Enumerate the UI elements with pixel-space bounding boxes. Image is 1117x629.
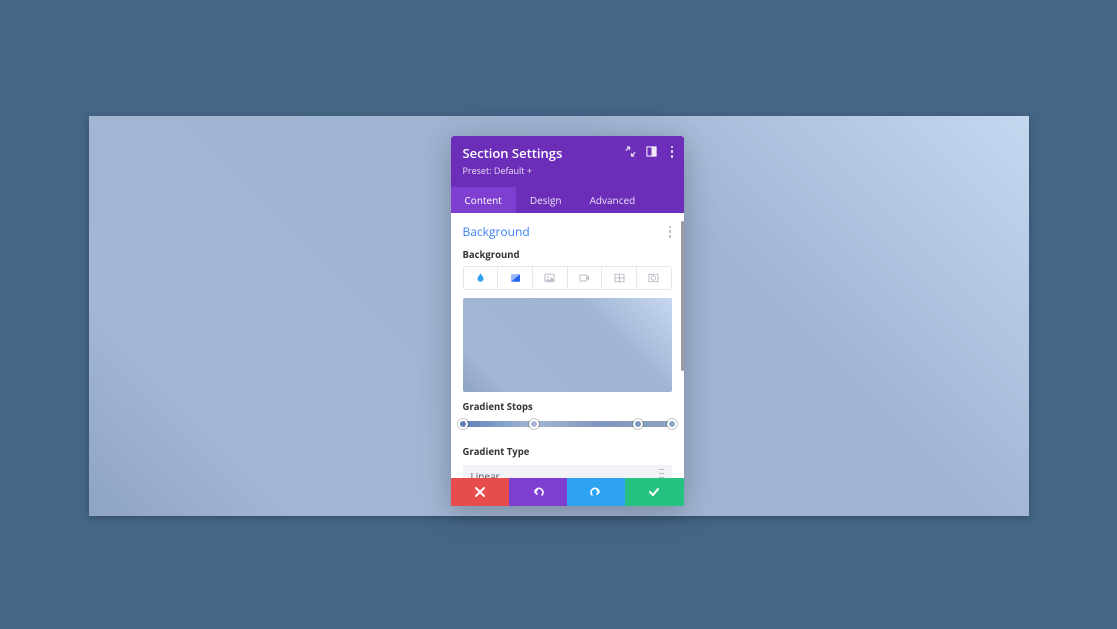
- mask-icon: [647, 272, 660, 284]
- bg-tab-gradient[interactable]: [498, 267, 533, 289]
- tab-design[interactable]: Design: [516, 187, 576, 213]
- bg-tab-video[interactable]: [568, 267, 603, 289]
- cancel-button[interactable]: [451, 478, 509, 506]
- tab-advanced[interactable]: Advanced: [576, 187, 650, 213]
- image-icon: [543, 272, 556, 284]
- modal-menu-icon[interactable]: [667, 146, 678, 157]
- panel-body: Background Background Gradient Stops: [451, 213, 684, 478]
- undo-icon: [532, 486, 544, 498]
- save-button[interactable]: [625, 478, 683, 506]
- bg-tab-pattern[interactable]: [602, 267, 637, 289]
- tab-content[interactable]: Content: [451, 187, 516, 213]
- gradient-type-select-wrap: Linear: [463, 463, 672, 478]
- gradient-stop[interactable]: [458, 419, 468, 429]
- gradient-type-select[interactable]: Linear: [463, 465, 672, 478]
- gradient-stops-label: Gradient Stops: [463, 400, 672, 413]
- gradient-stops-track[interactable]: [463, 421, 672, 427]
- bg-tab-mask[interactable]: [637, 267, 671, 289]
- redo-icon: [590, 486, 602, 498]
- background-label: Background: [463, 248, 672, 261]
- panel-menu-icon[interactable]: [669, 226, 672, 238]
- preset-label[interactable]: Preset: Default +: [463, 164, 672, 177]
- undo-button[interactable]: [509, 478, 567, 506]
- check-icon: [648, 486, 660, 498]
- modal-titlebar: Section Settings Preset: Default +: [451, 136, 684, 187]
- close-icon: [474, 486, 486, 498]
- gradient-icon: [509, 272, 522, 284]
- gradient-stop[interactable]: [667, 419, 677, 429]
- gradient-stop[interactable]: [529, 419, 539, 429]
- gradient-type-label: Gradient Type: [463, 445, 672, 458]
- pattern-icon: [613, 272, 626, 284]
- background-type-tabs: [463, 266, 672, 290]
- bg-tab-color[interactable]: [464, 267, 499, 289]
- video-icon: [578, 272, 591, 284]
- droplet-icon: [474, 272, 487, 284]
- gradient-stop[interactable]: [633, 419, 643, 429]
- page-canvas: Section Settings Preset: Default + Conte…: [89, 116, 1029, 516]
- panel-title: Background: [463, 223, 530, 240]
- redo-button[interactable]: [567, 478, 625, 506]
- gradient-preview: [463, 298, 672, 392]
- expand-icon[interactable]: [625, 146, 636, 157]
- snap-icon[interactable]: [646, 146, 657, 157]
- main-tabs: Content Design Advanced: [451, 187, 684, 213]
- bg-tab-image[interactable]: [533, 267, 568, 289]
- modal-footer: [451, 478, 684, 506]
- settings-modal: Section Settings Preset: Default + Conte…: [451, 136, 684, 506]
